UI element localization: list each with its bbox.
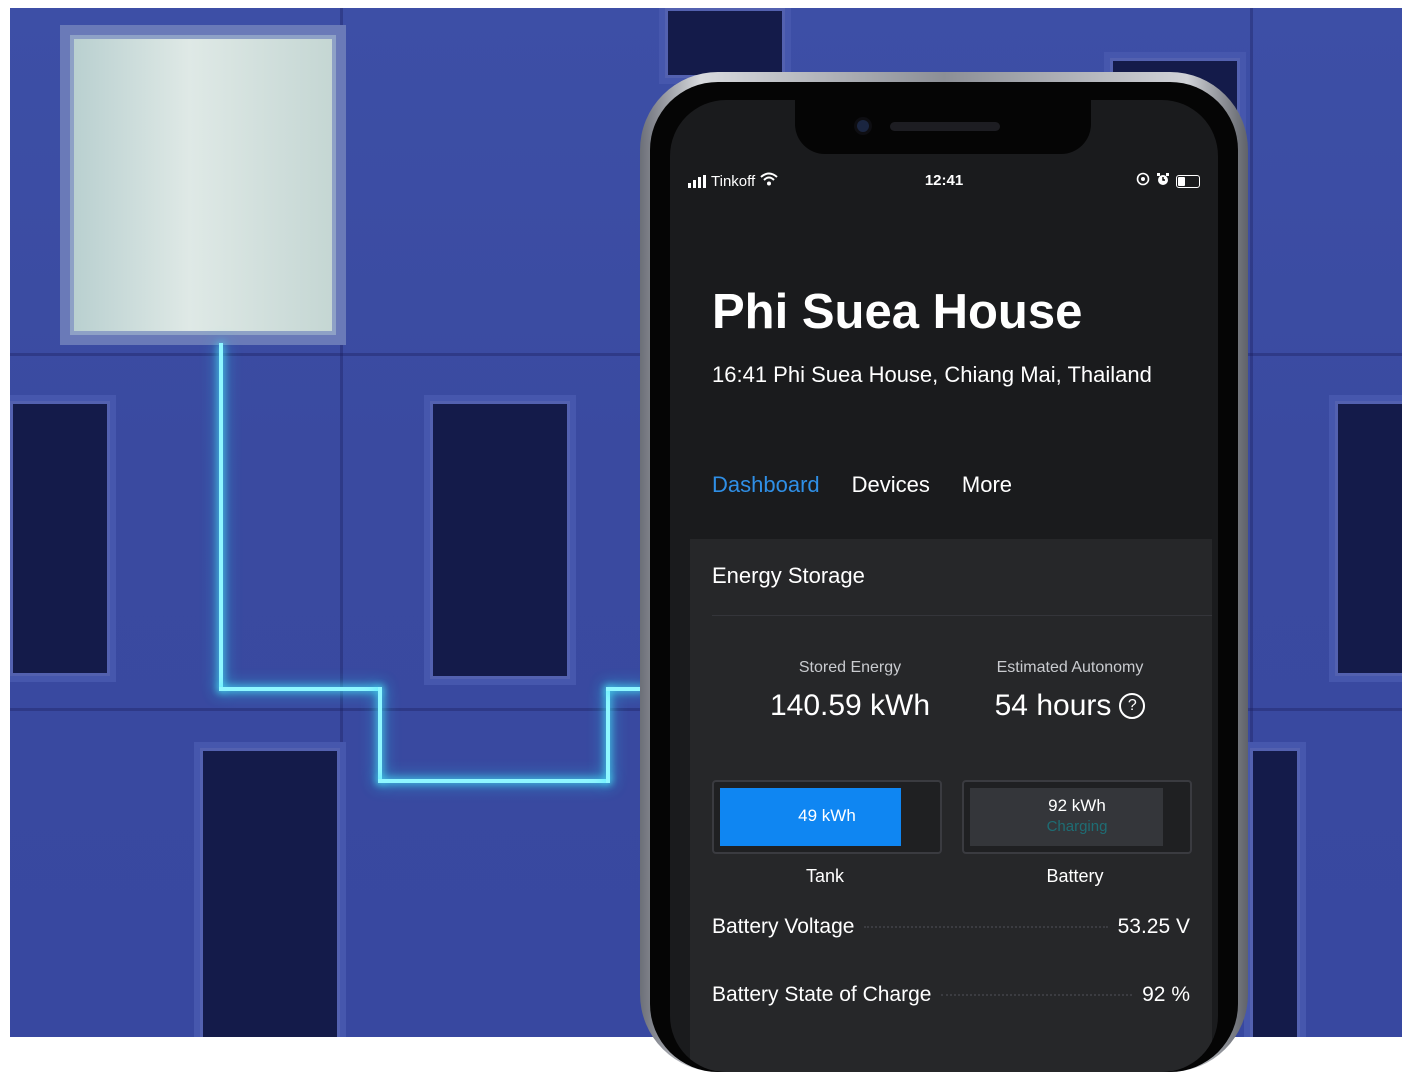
battery-voltage-row: Battery Voltage 53.25 V [712,915,1190,939]
row-value: 53.25 V [1117,915,1190,938]
divider [712,615,1212,616]
battery-status: Charging [1046,818,1108,835]
speaker-grille [890,122,1000,131]
window [665,8,785,78]
card-title: Energy Storage [712,563,865,588]
tank-value: 49 kWh [798,806,856,825]
energy-storage-card: Energy Storage Stored Energy 140.59 kWh … [690,539,1212,1072]
glow-cable [606,687,610,783]
page-subtitle: 16:41 Phi Suea House, Chiang Mai, Thaila… [712,362,1152,387]
phone-frame: Tinkoff 12:41 Phi Suea House 16:41 Phi S… [640,72,1248,1072]
window [430,401,570,679]
lit-window [70,35,336,335]
tab-devices[interactable]: Devices [852,472,930,498]
tank-gauge[interactable]: 49 kWh [712,780,942,854]
alarm-icon [1156,172,1170,190]
orientation-lock-icon [1136,172,1150,190]
row-label: Battery State of Charge [712,983,932,1006]
stored-energy-label: Stored Energy [798,659,902,676]
tab-bar: Dashboard Devices More [712,472,1012,498]
battery-gauge[interactable]: 92 kWh Charging [962,780,1192,854]
glow-cable [378,687,382,783]
autonomy-value: 54 hours [994,689,1112,722]
camera-icon [857,120,869,132]
row-leader [941,994,1133,996]
autonomy-label: Estimated Autonomy [996,659,1144,676]
tab-more[interactable]: More [962,472,1012,498]
battery-value: 92 kWh [1048,796,1106,815]
row-value: 92 % [1142,983,1190,1006]
stored-energy-value: 140.59 kWh [769,689,931,722]
stored-energy-value-wrap: 140.59 kWh [730,689,970,723]
notch [795,100,1091,154]
glow-cable [219,343,223,691]
tank-caption: Tank [805,866,845,886]
phone-screen: Tinkoff 12:41 Phi Suea House 16:41 Phi S… [670,100,1218,1072]
phone-bezel: Tinkoff 12:41 Phi Suea House 16:41 Phi S… [650,82,1238,1072]
window [200,748,340,1037]
status-icons [1136,172,1200,190]
autonomy-value-wrap: 54 hours ? [950,689,1190,723]
window [10,401,110,676]
row-label: Battery Voltage [712,915,855,938]
row-leader [864,926,1108,928]
glow-cable [219,687,382,691]
panel-seam [340,8,343,1037]
glow-cable [378,779,610,783]
status-bar: Tinkoff 12:41 [670,172,1218,196]
tab-dashboard[interactable]: Dashboard [712,472,820,498]
page-title: Phi Suea House [712,285,1083,339]
window [1250,748,1300,1037]
autonomy-stat: Estimated Autonomy 54 hours ? [950,659,1190,723]
stored-energy-stat: Stored Energy 140.59 kWh [730,659,970,723]
battery-soc-row: Battery State of Charge 92 % [712,983,1190,1007]
battery-icon [1176,174,1200,188]
window [1335,401,1402,676]
battery-caption: Battery [1046,866,1104,886]
help-icon[interactable]: ? [1119,693,1146,719]
